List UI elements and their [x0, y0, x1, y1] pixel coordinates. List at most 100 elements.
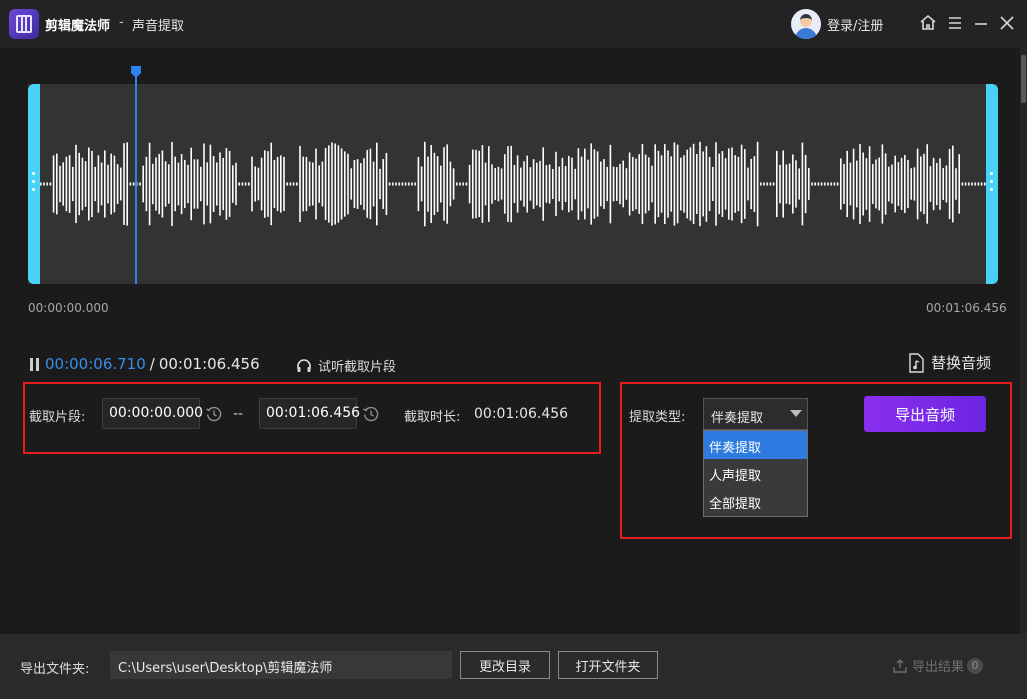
waveform-bar [254, 166, 256, 202]
waveform-bar [158, 153, 160, 215]
waveform-bar [75, 144, 77, 224]
waveform-bar [536, 162, 538, 206]
change-directory-button[interactable]: 更改目录 [460, 651, 550, 679]
waveform-bar [456, 182, 458, 186]
scrollbar-thumb[interactable] [1021, 55, 1026, 103]
playhead-marker-icon[interactable] [130, 66, 142, 78]
login-register-link[interactable]: 登录/注册 [827, 15, 883, 34]
waveform-bar [232, 165, 234, 203]
clip-range-label: 截取片段: [29, 410, 86, 425]
waveform-bar [113, 155, 116, 213]
waveform-bar [683, 155, 685, 213]
waveform-bar [580, 156, 583, 212]
chevron-down-icon[interactable] [790, 410, 802, 417]
waveform-bar [347, 153, 349, 215]
waveform-bar [414, 182, 416, 186]
pause-icon[interactable] [28, 356, 40, 372]
listen-clip-button[interactable]: 试听截取片段 [296, 356, 396, 375]
export-audio-button[interactable]: 导出音频 [864, 396, 986, 432]
waveform-bar [286, 182, 288, 186]
waveform-bar [936, 162, 938, 206]
waveform-bar [715, 142, 717, 226]
waveform-bar [91, 150, 93, 218]
waveform-bar [596, 151, 599, 217]
waveform-bar [814, 182, 816, 186]
export-results-button[interactable]: 导出结果 0 [893, 656, 984, 675]
waveform-bar [676, 144, 679, 224]
waveform-bar [897, 162, 900, 206]
waveform-bar [529, 167, 532, 201]
waveform-bar [910, 168, 912, 200]
waveform-bar [641, 144, 644, 224]
waveform-bar [958, 154, 960, 214]
reset-time-icon[interactable] [205, 405, 223, 423]
waveform-bar [196, 159, 199, 209]
waveform-bar [907, 159, 909, 209]
waveform-bar [939, 158, 941, 210]
waveform-bar [385, 152, 388, 216]
waveform-bar [980, 182, 983, 186]
waveform-bar [379, 168, 381, 200]
waveform-bar [219, 152, 221, 216]
waveform-bar [235, 162, 237, 206]
scrollbar-track[interactable] [1020, 48, 1027, 634]
waveform-bar [225, 148, 228, 220]
replace-audio-button[interactable]: 替换音频 [907, 352, 991, 373]
waveform-bar [452, 168, 455, 200]
output-path-field[interactable]: C:\Users\user\Desktop\剪辑魔法师 [110, 651, 452, 679]
waveform-bar [49, 182, 52, 186]
minimize-icon[interactable] [971, 13, 991, 33]
option-all[interactable]: 全部提取 [704, 487, 807, 515]
waveform-bar [436, 156, 439, 212]
waveform-bar [174, 156, 176, 212]
waveform-bar [680, 157, 682, 211]
waveform-bar [548, 164, 551, 204]
trim-handle-right[interactable] [986, 84, 998, 284]
waveform-bar [945, 165, 948, 203]
waveform-bar [180, 154, 183, 215]
waveform-bar [952, 145, 954, 223]
waveform-bar [872, 164, 874, 204]
reset-time-icon[interactable] [362, 405, 380, 423]
waveform-bar [270, 142, 272, 226]
clip-start-input[interactable]: 00:00:00.000 [102, 398, 203, 429]
waveform-bar [241, 182, 244, 186]
waveform-bar [475, 149, 477, 219]
waveform-bar [776, 150, 778, 218]
waveform-bar [331, 142, 333, 226]
waveform-bar [305, 156, 308, 212]
waveform-bar [657, 150, 660, 218]
clip-end-input[interactable]: 00:01:06.456 [259, 398, 360, 429]
close-icon[interactable] [997, 13, 1017, 33]
option-accompaniment[interactable]: 伴奏提取 [704, 431, 807, 459]
waveform-bar [257, 167, 260, 201]
playhead-line[interactable] [135, 72, 137, 284]
waveform-bar [763, 182, 765, 186]
menu-icon[interactable] [945, 13, 965, 33]
waveform-bar [523, 161, 525, 207]
user-avatar-icon[interactable] [791, 9, 821, 39]
waveform-bar [635, 158, 637, 210]
waveform-bar [753, 156, 756, 212]
waveform-bar [84, 161, 87, 207]
waveform-bar [216, 162, 218, 206]
open-folder-button[interactable]: 打开文件夹 [558, 651, 658, 679]
waveform-bar [606, 166, 608, 202]
waveform-bar [494, 168, 496, 201]
waveform-bar [734, 155, 736, 213]
waveform-bar [744, 149, 746, 219]
waveform-bar [148, 142, 151, 226]
waveform-bar [542, 147, 544, 221]
trim-handle-left[interactable] [28, 84, 40, 284]
waveform-bar [56, 153, 58, 215]
waveform-bar [584, 148, 586, 220]
replace-audio-label: 替换音频 [931, 354, 992, 372]
waveform-bar [404, 182, 407, 186]
waveform-bar [728, 148, 730, 220]
waveform-bar [398, 182, 400, 186]
waveform-bar [462, 182, 464, 186]
waveform-bar [420, 166, 423, 202]
waveform-bar [795, 160, 797, 208]
home-icon[interactable] [918, 13, 938, 33]
option-vocals[interactable]: 人声提取 [704, 459, 807, 487]
